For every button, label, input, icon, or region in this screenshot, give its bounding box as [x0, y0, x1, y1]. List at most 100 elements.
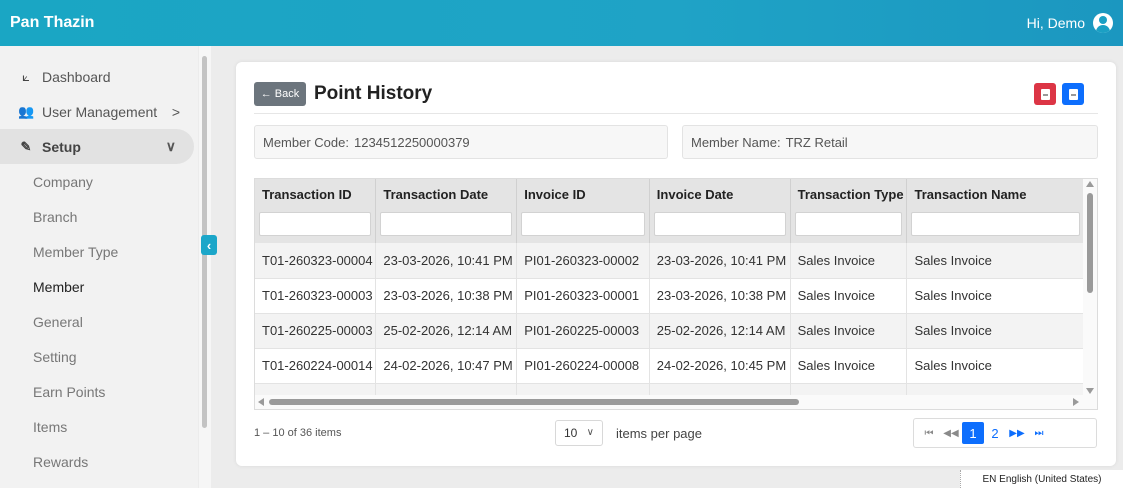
- grid-vertical-scrollbar[interactable]: [1083, 179, 1097, 397]
- filter-transaction-date[interactable]: [380, 212, 513, 236]
- filter-transaction-type[interactable]: [794, 212, 903, 236]
- cell-transaction-date: 23-03-2026, 10:38 PM: [375, 278, 518, 314]
- cell-transaction-id: T01-260323-00003: [255, 278, 377, 314]
- sidebar-subitem-member[interactable]: Member: [0, 269, 198, 304]
- chevron-down-icon: ∨: [586, 427, 594, 438]
- column-header-transaction-type[interactable]: Transaction Type: [790, 179, 908, 209]
- point-history-table: Transaction ID Transaction Date Invoice …: [255, 179, 1085, 397]
- pagination: ⏮ ◀◀ 1 2 ▶▶ ⏭: [913, 418, 1097, 448]
- cell-transaction-type: Sales Invoice: [790, 278, 908, 314]
- cell-transaction-id: T01-260224-00014: [255, 348, 377, 384]
- scroll-left-arrow-icon[interactable]: [258, 398, 264, 406]
- page-size-label: items per page: [616, 426, 702, 441]
- collapse-sidebar-button[interactable]: ‹: [201, 235, 217, 255]
- horizontal-scroll-thumb[interactable]: [269, 399, 799, 405]
- point-history-card: ← Back Point History Member Code: 123451…: [236, 62, 1116, 466]
- chevron-right-icon: >: [171, 103, 180, 120]
- filter-invoice-id[interactable]: [521, 212, 645, 236]
- member-code-field: Member Code: 1234512250000379: [254, 125, 668, 159]
- point-history-grid: Transaction ID Transaction Date Invoice …: [254, 178, 1098, 410]
- sidebar-subitem-items[interactable]: Items: [0, 409, 198, 444]
- last-page-icon[interactable]: ⏭: [1028, 422, 1050, 444]
- cell-invoice-id: PI01-260225-00003: [516, 313, 650, 349]
- column-header-invoice-date[interactable]: Invoice Date: [649, 179, 791, 209]
- cell-transaction-type: Sales Invoice: [790, 348, 908, 384]
- scroll-down-arrow-icon[interactable]: [1086, 388, 1094, 394]
- column-header-transaction-id[interactable]: Transaction ID: [255, 179, 377, 209]
- edit-icon: ✎: [20, 138, 32, 154]
- cell-invoice-date: 24-02-2026, 10:45 PM: [649, 348, 791, 384]
- member-name-label: Member Name:: [691, 134, 781, 150]
- chart-line-icon: ⟀: [22, 68, 30, 84]
- table-row[interactable]: T01-260323-00004 23-03-2026, 10:41 PM PI…: [255, 243, 1085, 279]
- cell-transaction-date: 24-02-2026, 10:47 PM: [375, 348, 518, 384]
- cell-transaction-name: Sales Invoice: [906, 348, 1085, 384]
- back-button[interactable]: ← Back: [254, 82, 306, 106]
- cell-transaction-name: Sales Invoice: [906, 278, 1085, 314]
- cell-invoice-id: PI01-260323-00001: [516, 278, 650, 314]
- sidebar-item-setup[interactable]: ✎ Setup ∨: [0, 129, 194, 164]
- sidebar-subitem-company[interactable]: Company: [0, 164, 198, 199]
- cell-transaction-type: Sales Invoice: [790, 313, 908, 349]
- sidebar-subitem-earn-points[interactable]: Earn Points: [0, 374, 198, 409]
- cell-transaction-id: T01-260323-00004: [255, 243, 377, 279]
- page-button-2[interactable]: 2: [984, 422, 1006, 444]
- user-greeting[interactable]: Hi, Demo: [1027, 15, 1085, 31]
- cell-transaction-id: T01-260225-00003: [255, 313, 377, 349]
- sidebar-item-user-management[interactable]: 👥 User Management >: [0, 94, 198, 129]
- cell-transaction-name: Sales Invoice: [906, 313, 1085, 349]
- scroll-up-arrow-icon[interactable]: [1086, 181, 1094, 187]
- export-pdf-button[interactable]: [1034, 83, 1056, 105]
- sidebar-item-label: User Management: [42, 103, 158, 120]
- pager-info: 1 – 10 of 36 items: [254, 427, 342, 439]
- sidebar-subitem-general[interactable]: General: [0, 304, 198, 339]
- users-icon: 👥: [18, 103, 35, 119]
- language-indicator[interactable]: EN English (United States): [960, 470, 1123, 488]
- page-size-select[interactable]: 10 ∨: [555, 420, 603, 446]
- table-row[interactable]: T01-260323-00003 23-03-2026, 10:38 PM PI…: [255, 278, 1085, 314]
- next-page-icon[interactable]: ▶▶: [1006, 422, 1028, 444]
- column-header-invoice-id[interactable]: Invoice ID: [516, 179, 650, 209]
- scroll-right-arrow-icon[interactable]: [1073, 398, 1079, 406]
- filter-transaction-id[interactable]: [259, 212, 372, 236]
- member-name-field: Member Name: TRZ Retail: [682, 125, 1098, 159]
- sidebar-item-label: Setup: [42, 138, 81, 155]
- cell-transaction-date: 23-03-2026, 10:41 PM: [375, 243, 518, 279]
- table-row[interactable]: T01-260225-00003 25-02-2026, 12:14 AM PI…: [255, 313, 1085, 349]
- column-header-transaction-date[interactable]: Transaction Date: [375, 179, 518, 209]
- filter-invoice-date[interactable]: [653, 212, 786, 236]
- cell-invoice-date: 25-02-2026, 12:14 AM: [649, 313, 791, 349]
- page-size-value: 10: [564, 426, 578, 440]
- sidebar-scrollbar[interactable]: [199, 46, 211, 488]
- member-code-label: Member Code:: [263, 134, 349, 150]
- top-bar: Pan Thazin Hi, Demo: [0, 0, 1123, 46]
- pdf-file-icon: [1040, 88, 1050, 100]
- chevron-down-icon: ∨: [165, 138, 176, 154]
- sidebar-subitem-rewards[interactable]: Rewards: [0, 444, 198, 479]
- export-excel-button[interactable]: [1062, 83, 1084, 105]
- app-brand[interactable]: Pan Thazin: [10, 14, 94, 32]
- grid-horizontal-scrollbar[interactable]: [255, 395, 1097, 409]
- sidebar-subitem-setting[interactable]: Setting: [0, 339, 198, 374]
- column-header-transaction-name[interactable]: Transaction Name: [906, 179, 1085, 209]
- member-name-value: TRZ Retail: [785, 134, 848, 150]
- cell-invoice-id: PI01-260224-00008: [516, 348, 650, 384]
- sidebar-item-dashboard[interactable]: ⟀ Dashboard: [0, 59, 198, 94]
- cell-transaction-name: Sales Invoice: [906, 243, 1085, 279]
- user-avatar-icon[interactable]: [1093, 13, 1113, 33]
- page-button-1[interactable]: 1: [962, 422, 984, 444]
- vertical-scroll-thumb[interactable]: [1087, 193, 1093, 293]
- cell-invoice-id: PI01-260323-00002: [516, 243, 650, 279]
- table-row[interactable]: T01-260224-00014 24-02-2026, 10:47 PM PI…: [255, 348, 1085, 384]
- excel-file-icon: [1068, 88, 1078, 100]
- filter-transaction-name[interactable]: [911, 212, 1080, 236]
- user-menu[interactable]: Hi, Demo: [1027, 13, 1113, 33]
- sidebar-subitem-member-type[interactable]: Member Type: [0, 234, 198, 269]
- first-page-icon[interactable]: ⏮: [918, 422, 940, 444]
- sidebar-subitem-branch[interactable]: Branch: [0, 199, 198, 234]
- page-title: Point History: [314, 83, 433, 104]
- previous-page-icon[interactable]: ◀◀: [940, 422, 962, 444]
- sidebar: ⟀ Dashboard 👥 User Management > ✎ Setup …: [0, 46, 198, 488]
- member-code-value: 1234512250000379: [353, 134, 470, 150]
- cell-transaction-type: Sales Invoice: [790, 243, 908, 279]
